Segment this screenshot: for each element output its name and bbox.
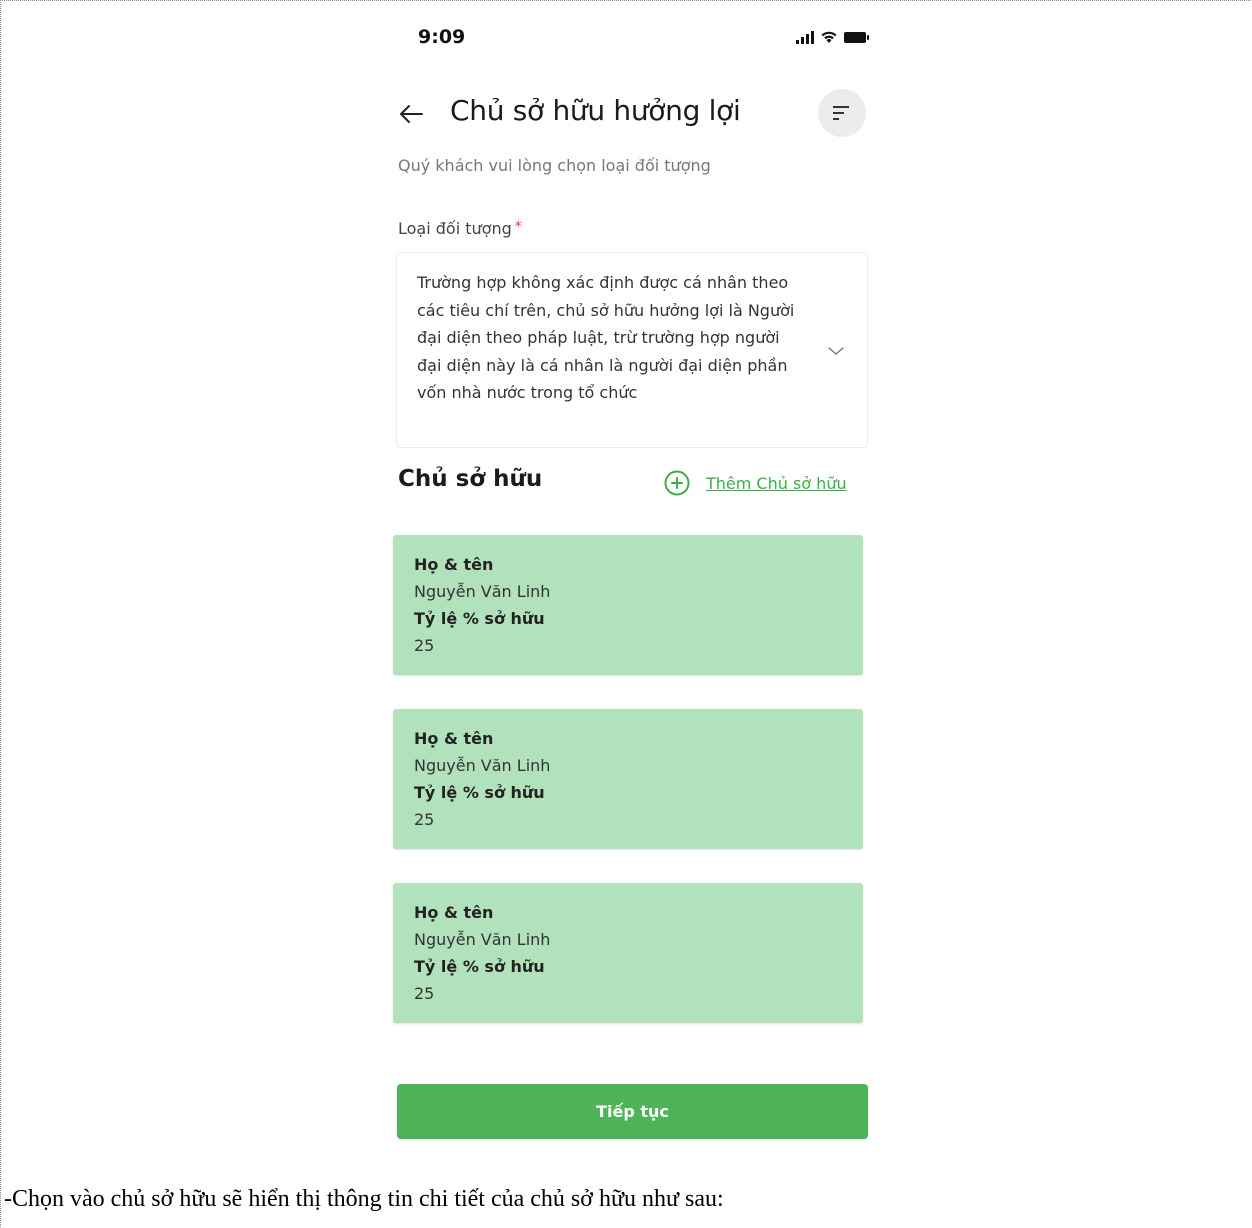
phone-screen: 9:09 Chủ sở hữu hưởng lợi Quý khách vui … [392, 0, 876, 1150]
owner-ratio: 25 [414, 984, 435, 1003]
owners-section-title: Chủ sở hữu [398, 466, 543, 492]
object-type-selected-value: Trường hợp không xác định được cá nhân t… [417, 273, 795, 402]
object-type-label: Loại đối tượng * [398, 219, 522, 238]
status-icons [796, 30, 870, 44]
required-mark: * [514, 219, 522, 235]
page-title: Chủ sở hữu hưởng lợi [450, 94, 741, 127]
filter-icon [833, 106, 849, 120]
owner-ratio-label: Tỷ lệ % sở hữu [414, 783, 545, 802]
owner-name: Nguyễn Văn Linh [414, 930, 551, 949]
chevron-down-icon [828, 347, 844, 355]
status-bar: 9:09 [392, 22, 876, 52]
owner-name-label: Họ & tên [414, 903, 494, 922]
status-time: 9:09 [418, 26, 466, 48]
add-owner-label: Thêm Chủ sở hữu [706, 473, 847, 493]
owner-ratio-label: Tỷ lệ % sở hữu [414, 609, 545, 628]
owner-card[interactable]: Họ & tên Nguyễn Văn Linh Tỷ lệ % sở hữu … [393, 883, 863, 1023]
add-owner-button[interactable]: Thêm Chủ sở hữu [664, 470, 847, 496]
owner-name-label: Họ & tên [414, 729, 494, 748]
owner-name: Nguyễn Văn Linh [414, 582, 551, 601]
arrow-left-icon[interactable] [398, 101, 424, 127]
owner-ratio: 25 [414, 810, 435, 829]
owner-name: Nguyễn Văn Linh [414, 756, 551, 775]
header: Chủ sở hữu hưởng lợi [392, 85, 876, 141]
subtitle: Quý khách vui lòng chọn loại đối tượng [398, 156, 711, 175]
battery-icon [844, 31, 869, 43]
object-type-label-text: Loại đối tượng [398, 219, 512, 238]
owner-card[interactable]: Họ & tên Nguyễn Văn Linh Tỷ lệ % sở hữu … [393, 709, 863, 849]
owner-name-label: Họ & tên [414, 555, 494, 574]
wifi-icon [821, 31, 837, 43]
continue-button[interactable]: Tiếp tục [397, 1084, 868, 1139]
object-type-select[interactable]: Trường hợp không xác định được cá nhân t… [396, 252, 868, 448]
caption-text: -Chọn vào chủ sở hữu sẽ hiển thị thông t… [4, 1186, 724, 1212]
signal-icon [796, 30, 814, 44]
owners-section-header: Chủ sở hữu Thêm Chủ sở hữu [392, 462, 876, 502]
owner-ratio: 25 [414, 636, 435, 655]
owner-ratio-label: Tỷ lệ % sở hữu [414, 957, 545, 976]
owner-card[interactable]: Họ & tên Nguyễn Văn Linh Tỷ lệ % sở hữu … [393, 535, 863, 675]
plus-circle-icon [664, 470, 690, 496]
filter-button[interactable] [818, 89, 866, 137]
